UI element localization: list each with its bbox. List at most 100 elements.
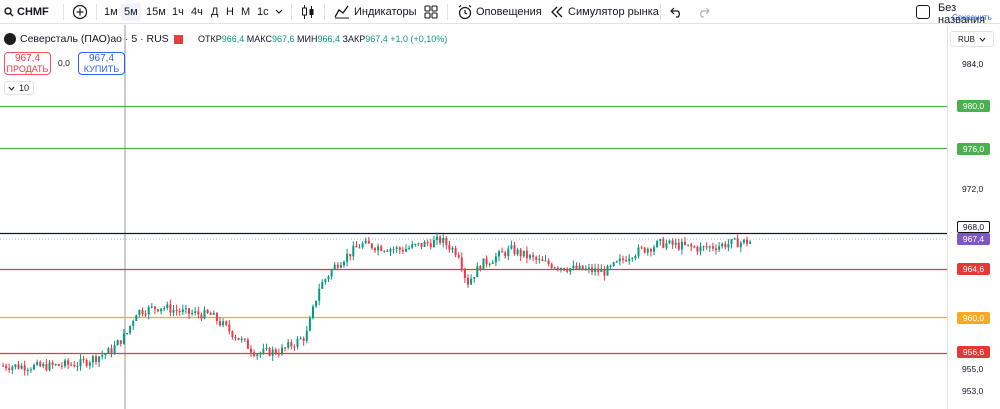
candle-body [147, 306, 150, 315]
candle-body [95, 356, 97, 362]
candle-body [60, 365, 63, 367]
buy-button[interactable]: 967,4 КУПИТЬ [78, 52, 125, 75]
candle-body [8, 368, 11, 370]
alarm-clock-icon[interactable] [457, 0, 473, 24]
candle-body [57, 364, 60, 366]
candle-body [160, 308, 163, 312]
candle-body [603, 269, 606, 276]
level-price-label[interactable]: 968,0 [957, 221, 990, 233]
candle-body [352, 245, 355, 257]
level-price-label[interactable]: 976,0 [957, 143, 990, 155]
candle-body [405, 248, 407, 252]
compare-symbol-icon[interactable] [72, 0, 88, 24]
candle-body [522, 250, 525, 257]
interval-month[interactable]: М [241, 0, 250, 24]
level-price-label[interactable]: 980,0 [957, 100, 990, 112]
candle-body [113, 345, 116, 354]
price-axis-border [947, 25, 948, 409]
candle-body [687, 244, 690, 246]
candle-body [203, 309, 206, 319]
candle-body [662, 239, 665, 248]
candle-body [417, 243, 420, 245]
undo-icon[interactable] [670, 0, 683, 24]
symbol-title[interactable]: Северсталь (ПАО)ао · 5 · RUS [20, 33, 169, 45]
spread-value: 0,0 [58, 58, 70, 68]
candle-body [649, 248, 652, 252]
alerts-button[interactable]: Оповещения [476, 0, 542, 24]
candle-body [29, 369, 32, 371]
candle-body [547, 260, 550, 265]
replay-button[interactable]: Симулятор рынка [568, 0, 659, 24]
candle-body [733, 238, 736, 240]
candle-body [268, 347, 271, 356]
interval-week[interactable]: Н [226, 0, 234, 24]
candle-body [299, 338, 302, 340]
currency-selector[interactable]: RUB [950, 31, 994, 47]
axis-tick: 972,0 [962, 184, 984, 194]
candle-body [519, 249, 522, 257]
candle-body [544, 260, 547, 262]
candle-body [129, 325, 132, 334]
candle-body [197, 311, 200, 315]
candle-body [281, 347, 283, 355]
candle-body [228, 324, 231, 332]
candle-body [296, 338, 299, 347]
interval-4h[interactable]: 4ч [191, 0, 203, 24]
candle-body [448, 245, 451, 250]
candle-body [343, 261, 345, 266]
layout-grid-icon[interactable] [424, 0, 438, 24]
candle-body [507, 248, 510, 257]
symbol-search-button[interactable]: CHMF [17, 0, 49, 24]
interval-5m[interactable]: 5м [124, 0, 138, 24]
level-price-label[interactable]: 960,0 [957, 312, 990, 324]
candle-body [423, 241, 426, 247]
replay-rewind-icon[interactable] [550, 0, 564, 24]
buy-label: КУПИТЬ [83, 64, 120, 74]
search-icon[interactable] [4, 0, 14, 24]
candle-body [141, 309, 144, 315]
indicators-button[interactable]: Индикаторы [354, 0, 417, 24]
interval-day[interactable]: Д [211, 0, 218, 24]
interval-1h[interactable]: 1ч [172, 0, 184, 24]
volume-toggle[interactable]: 10 [4, 81, 34, 95]
level-price-label[interactable]: 956,6 [957, 346, 990, 358]
candle-body [51, 362, 54, 365]
candle-body [336, 264, 339, 268]
candle-body [739, 242, 742, 248]
indicators-icon[interactable] [334, 0, 350, 24]
candle-body [17, 364, 20, 369]
candle-body [742, 239, 745, 243]
candle-body [426, 241, 429, 244]
candle-body [482, 258, 485, 270]
candle-body [73, 364, 76, 367]
candle-body [727, 244, 730, 248]
candle-body [175, 309, 178, 311]
sell-button[interactable]: 967,4 ПРОДАТЬ [4, 52, 51, 75]
candle-body [460, 257, 463, 269]
candle-body [324, 279, 327, 283]
interval-1s[interactable]: 1с [257, 0, 269, 24]
chevron-down-icon[interactable] [275, 0, 283, 24]
candle-body [200, 314, 203, 319]
level-price-label[interactable]: 964,6 [957, 263, 990, 275]
candle-body [696, 247, 699, 252]
candles-chart-type-icon[interactable] [301, 0, 315, 24]
interval-15m[interactable]: 15м [146, 0, 166, 24]
candle-body [708, 246, 711, 248]
candle-body [680, 241, 683, 250]
candle-body [525, 250, 528, 259]
redo-icon[interactable] [697, 0, 710, 24]
candle-body [330, 269, 333, 277]
candle-body [76, 366, 79, 368]
layout-checkbox-icon[interactable] [916, 5, 930, 19]
candle-body [436, 236, 438, 240]
price-chart[interactable] [0, 25, 1000, 409]
interval-1m[interactable]: 1м [104, 0, 118, 24]
candle-body [240, 338, 243, 340]
candle-body [693, 246, 696, 248]
candle-body [274, 349, 277, 354]
candle-body [578, 265, 581, 270]
save-link[interactable]: Сохранить [952, 13, 992, 22]
candle-body [85, 360, 88, 366]
candle-body [724, 243, 727, 248]
